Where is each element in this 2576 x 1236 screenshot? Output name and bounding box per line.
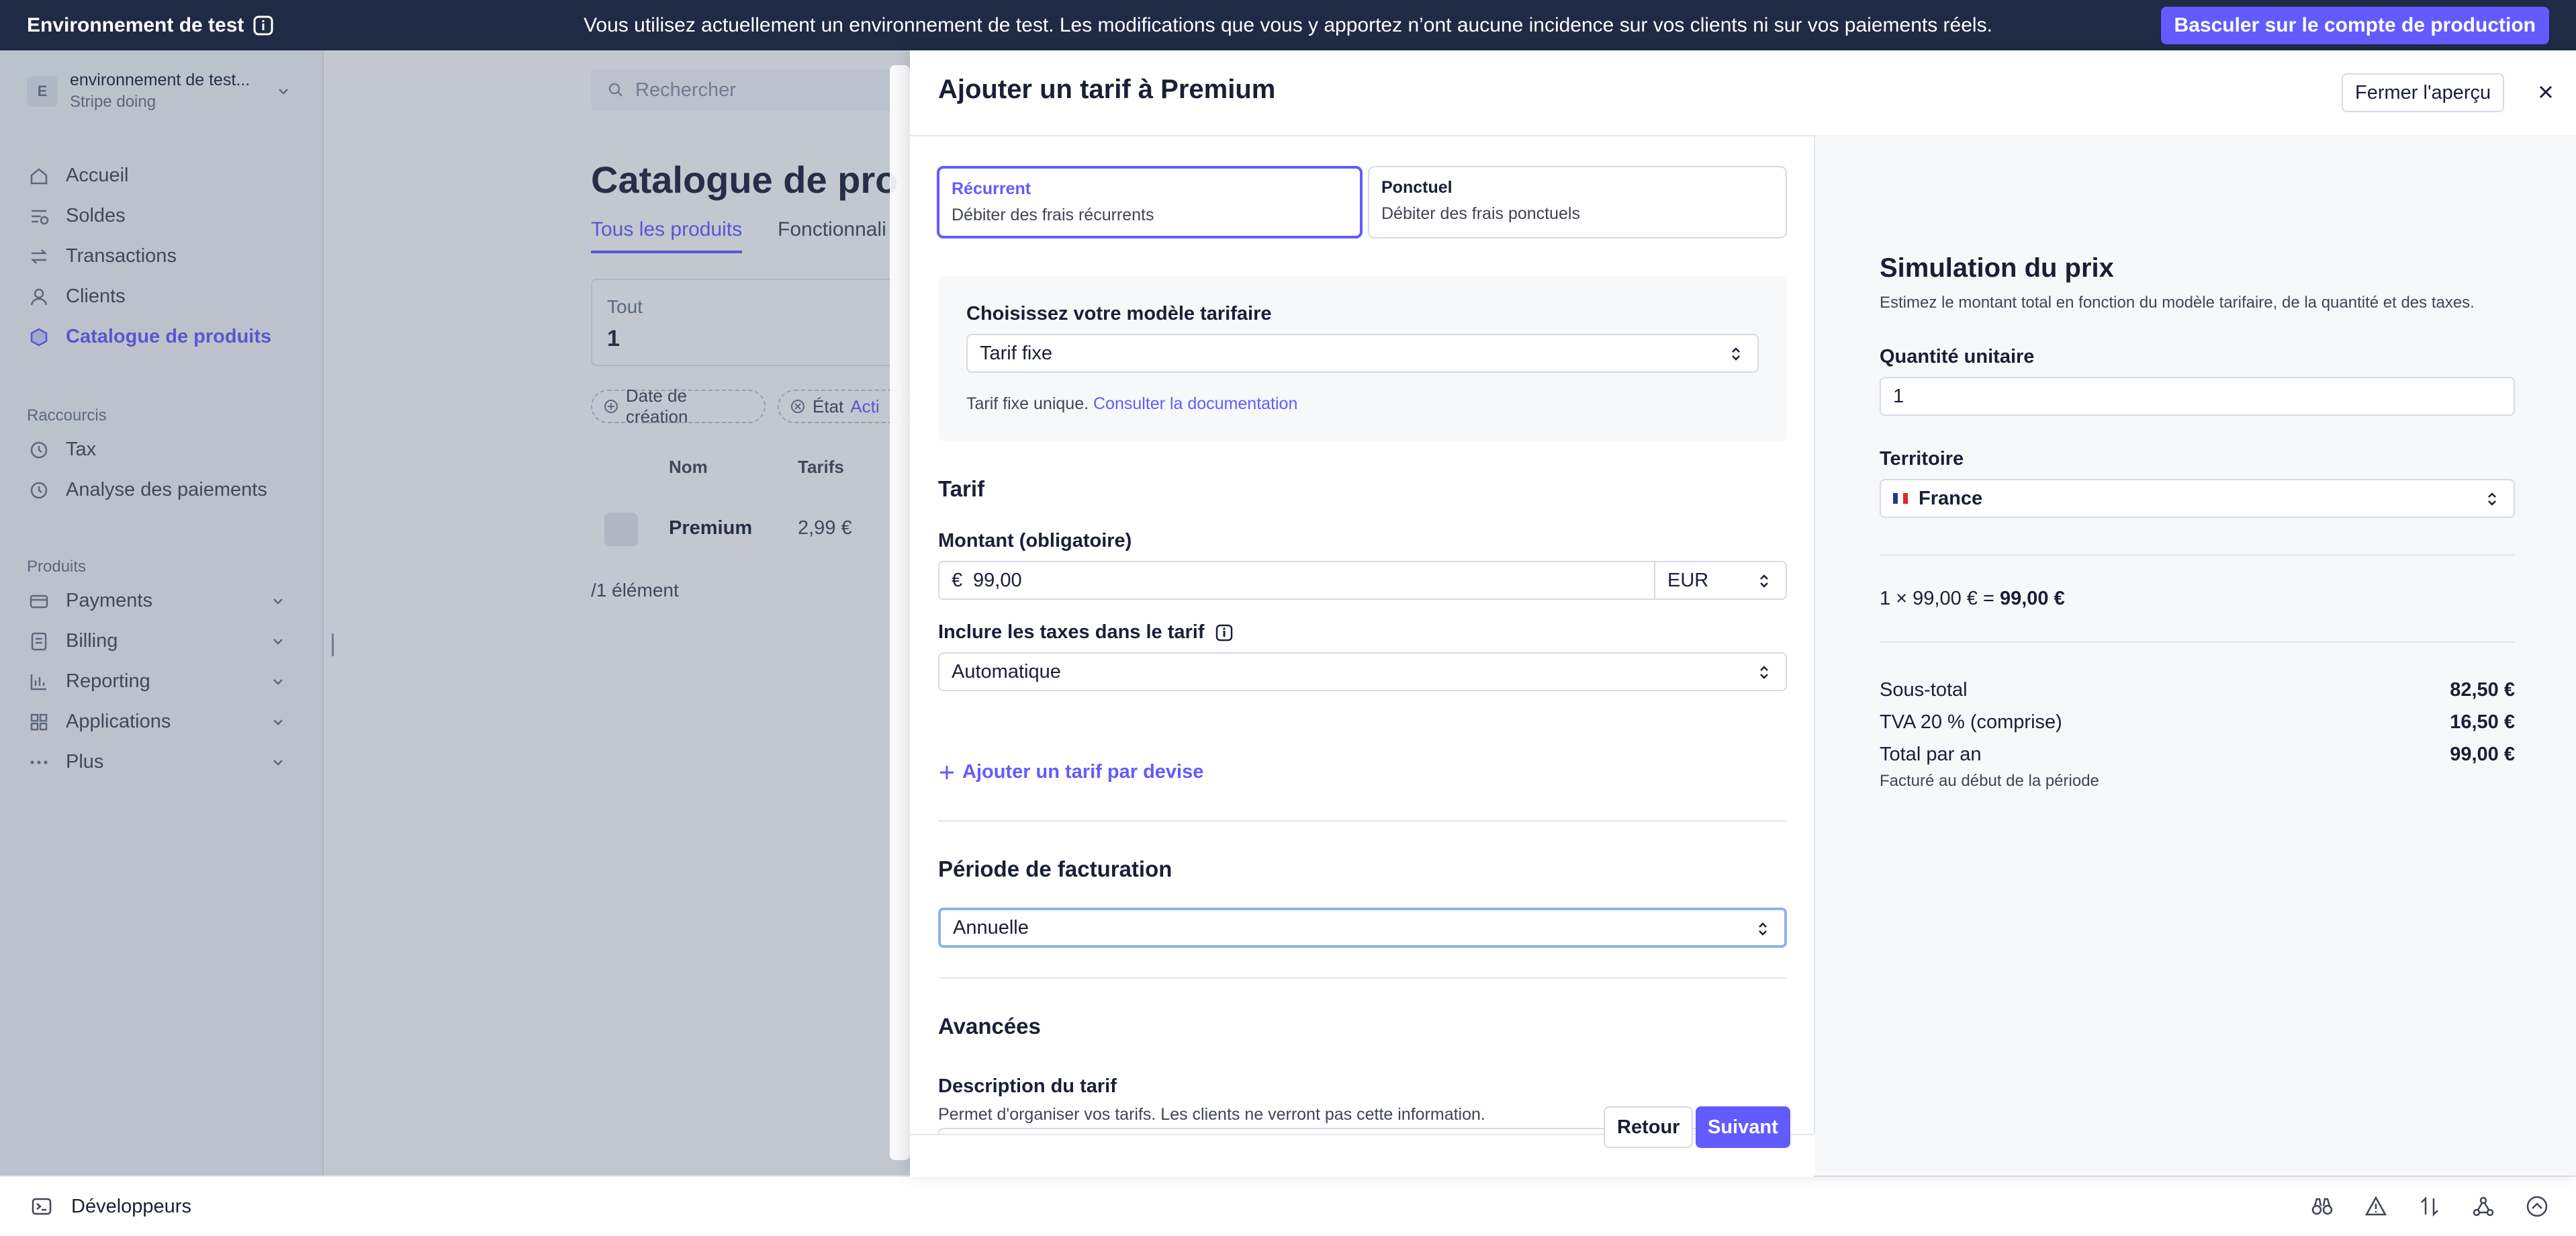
developers-button[interactable]: Développeurs bbox=[31, 1196, 191, 1218]
calculation-line: 1 × 99,00 € = 99,00 € bbox=[1880, 588, 2515, 610]
tax-behavior-select[interactable]: Automatique bbox=[938, 652, 1787, 691]
total-row: Total par an 99,00 € bbox=[1880, 744, 2515, 766]
currency-symbol: € bbox=[952, 569, 963, 591]
warning-icon[interactable] bbox=[2364, 1194, 2388, 1219]
subtotal-label: Sous-total bbox=[1880, 679, 1968, 701]
vat-row: TVA 20 % (comprise) 16,50 € bbox=[1880, 711, 2515, 734]
drawer-title: Ajouter un tarif à Premium bbox=[938, 75, 1276, 104]
total-label: Total par an bbox=[1880, 744, 1982, 765]
pricing-model-label: Choisissez votre modèle tarifaire bbox=[966, 303, 1272, 324]
quantity-input[interactable]: 1 bbox=[1880, 377, 2515, 416]
billed-note: Facturé au début de la période bbox=[1880, 772, 2099, 790]
advanced-heading: Avancées bbox=[938, 1014, 1041, 1039]
select-caret-icon bbox=[2488, 492, 2496, 506]
chevron-up-circle-icon[interactable] bbox=[2525, 1194, 2549, 1219]
select-value: Automatique bbox=[952, 660, 1061, 682]
billing-period-heading: Période de facturation bbox=[938, 856, 1172, 881]
plus-icon bbox=[940, 765, 954, 779]
billing-period-select[interactable]: Annuelle bbox=[938, 908, 1787, 948]
drawer-header: Ajouter un tarif à Premium Fermer l'aper… bbox=[910, 50, 2576, 136]
preview-divider bbox=[1880, 642, 2515, 643]
price-preview-panel: Simulation du prix Estimez le montant to… bbox=[1815, 135, 2576, 1176]
price-description-label: Description du tarif bbox=[938, 1075, 1117, 1097]
price-type-desc: Débiter des frais ponctuels bbox=[1381, 204, 1580, 223]
france-flag-icon bbox=[1893, 493, 1908, 504]
select-caret-icon bbox=[1759, 922, 1767, 936]
vat-label: TVA 20 % (comprise) bbox=[1880, 711, 2062, 733]
subtotal-value: 82,50 € bbox=[2450, 679, 2515, 701]
select-value: Tarif fixe bbox=[980, 342, 1052, 364]
price-type-title: Ponctuel bbox=[1381, 178, 1453, 197]
documentation-link[interactable]: Consulter la documentation bbox=[1093, 394, 1297, 413]
select-value: France bbox=[1919, 487, 1983, 509]
price-type-recurring[interactable]: Récurrent Débiter des frais récurrents bbox=[937, 166, 1363, 238]
test-mode-banner: Environnement de test Vous utilisez actu… bbox=[0, 0, 2576, 50]
territory-label: Territoire bbox=[1880, 448, 1964, 470]
price-type-one-off[interactable]: Ponctuel Débiter des frais ponctuels bbox=[1368, 166, 1787, 238]
add-price-drawer: Ajouter un tarif à Premium Fermer l'aper… bbox=[910, 50, 2576, 1177]
select-caret-icon bbox=[1732, 347, 1740, 361]
pricing-model-section: Choisissez votre modèle tarifaire Tarif … bbox=[938, 276, 1787, 441]
switch-to-production-button[interactable]: Basculer sur le compte de production bbox=[2160, 7, 2549, 44]
amount-label: Montant (obligatoire) bbox=[938, 530, 1132, 551]
developers-label: Développeurs bbox=[71, 1195, 191, 1217]
field-divider bbox=[1654, 562, 1655, 599]
quantity-label: Quantité unitaire bbox=[1880, 346, 2035, 367]
price-type-title: Récurrent bbox=[952, 179, 1031, 198]
amount-input[interactable]: 99,00 bbox=[973, 570, 1022, 592]
preview-subtitle: Estimez le montant total en fonction du … bbox=[1880, 294, 2475, 312]
add-currency-link[interactable]: Ajouter un tarif par devise bbox=[938, 761, 1203, 783]
price-type-desc: Débiter des frais récurrents bbox=[952, 206, 1154, 224]
quantity-value: 1 bbox=[1893, 385, 1904, 407]
close-icon[interactable] bbox=[2534, 80, 2558, 104]
next-button[interactable]: Suivant bbox=[1696, 1106, 1790, 1148]
close-preview-button[interactable]: Fermer l'aperçu bbox=[2342, 73, 2505, 112]
total-value: 99,00 € bbox=[2450, 744, 2515, 765]
territory-select[interactable]: France bbox=[1880, 479, 2515, 518]
add-currency-label: Ajouter un tarif par devise bbox=[962, 761, 1204, 783]
test-env-label: Environnement de test bbox=[27, 14, 273, 37]
select-caret-icon bbox=[1760, 574, 1768, 588]
test-env-title: Environnement de test bbox=[27, 13, 244, 36]
section-divider bbox=[938, 820, 1787, 822]
calculation-total: 99,00 € bbox=[1999, 588, 2065, 609]
price-form: Récurrent Débiter des frais récurrents P… bbox=[910, 135, 1815, 1134]
back-button[interactable]: Retour bbox=[1604, 1106, 1694, 1148]
info-icon[interactable] bbox=[1215, 624, 1233, 642]
webhook-icon[interactable] bbox=[2471, 1194, 2495, 1219]
preview-title: Simulation du prix bbox=[1880, 253, 2114, 283]
vat-value: 16,50 € bbox=[2450, 711, 2515, 733]
pricing-model-help: Tarif fixe unique. Consulter la document… bbox=[966, 394, 1297, 414]
price-description-help: Permet d'organiser vos tarifs. Les clien… bbox=[938, 1105, 1485, 1124]
stacked-drawer-edge bbox=[890, 65, 910, 1160]
info-icon[interactable] bbox=[253, 15, 273, 36]
currency-select[interactable]: EUR bbox=[1667, 570, 1708, 592]
terminal-icon bbox=[32, 1198, 52, 1215]
developers-bar: Développeurs bbox=[0, 1176, 2576, 1236]
binoculars-icon[interactable] bbox=[2310, 1194, 2334, 1219]
tax-label: Inclure les taxes dans le tarif bbox=[938, 621, 1205, 643]
subtotal-row: Sous-total 82,50 € bbox=[1880, 679, 2515, 701]
amount-field-group: € 99,00 EUR bbox=[938, 561, 1787, 600]
preview-divider bbox=[1880, 554, 2515, 556]
pricing-model-help-text: Tarif fixe unique. bbox=[966, 394, 1089, 413]
pricing-model-select[interactable]: Tarif fixe bbox=[966, 334, 1759, 373]
select-caret-icon bbox=[1760, 666, 1768, 679]
section-divider bbox=[938, 977, 1787, 979]
tax-label-row: Inclure les taxes dans le tarif bbox=[938, 621, 1233, 644]
tarif-heading: Tarif bbox=[938, 476, 985, 501]
calculation-formula: 1 × 99,00 € = bbox=[1880, 588, 2000, 609]
sort-arrows-icon[interactable] bbox=[2418, 1194, 2442, 1219]
select-value: Annuelle bbox=[953, 916, 1029, 938]
